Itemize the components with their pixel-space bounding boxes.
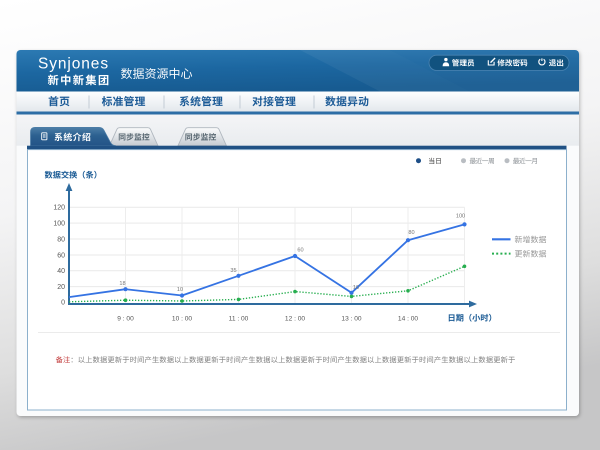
svg-text:100: 100: [53, 220, 65, 227]
svg-text:10: 10: [177, 287, 183, 293]
svg-text:10: 10: [353, 285, 359, 291]
svg-text:100: 100: [456, 213, 465, 219]
svg-text:40: 40: [57, 268, 65, 275]
svg-text:20: 20: [57, 284, 65, 291]
svg-text:18: 18: [119, 281, 125, 287]
svg-text:14 : 00: 14 : 00: [398, 316, 418, 323]
svg-text:9 : 00: 9 : 00: [117, 316, 134, 323]
svg-text:Synjones: Synjones: [38, 55, 109, 72]
svg-text:60: 60: [57, 252, 65, 259]
svg-text:35: 35: [230, 268, 236, 274]
svg-text:11 : 00: 11 : 00: [229, 316, 249, 323]
svg-text:10 : 00: 10 : 00: [172, 316, 192, 323]
svg-text:80: 80: [57, 236, 65, 243]
svg-text:80: 80: [408, 230, 414, 236]
svg-text:12 : 00: 12 : 00: [285, 316, 305, 323]
svg-text:120: 120: [53, 205, 65, 212]
svg-text:60: 60: [297, 248, 303, 254]
svg-text:0: 0: [61, 299, 65, 306]
svg-text:13 : 00: 13 : 00: [341, 316, 361, 323]
